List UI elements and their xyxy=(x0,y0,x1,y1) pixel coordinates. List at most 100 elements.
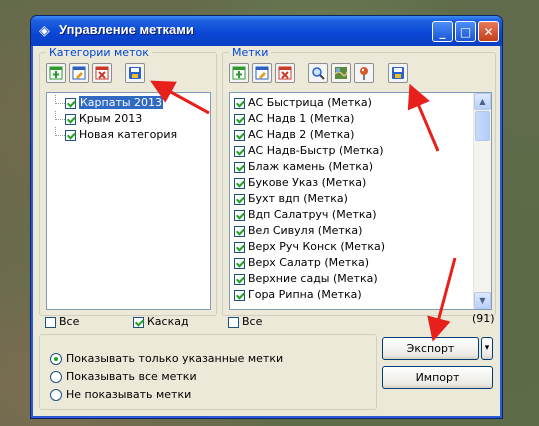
pin-mark-button[interactable] xyxy=(354,63,374,83)
mark-item[interactable]: Гора Рипна (Метка) xyxy=(234,287,491,303)
import-button[interactable]: Импорт xyxy=(382,366,493,389)
search-icon xyxy=(311,66,325,83)
marks-all-box[interactable] xyxy=(228,316,239,328)
mark-item[interactable]: АС Надв 2 (Метка) xyxy=(234,127,491,143)
edit-icon xyxy=(255,66,269,83)
map-mark-button[interactable] xyxy=(331,63,351,83)
tree-connector xyxy=(55,95,65,104)
scroll-up-button[interactable]: ▲ xyxy=(474,93,491,110)
mark-checkbox[interactable] xyxy=(234,273,245,285)
save-mark-button[interactable] xyxy=(388,63,408,83)
category-item[interactable]: Крым 2013 xyxy=(51,111,210,127)
mark-item[interactable]: Вел Сивуля (Метка) xyxy=(234,223,491,239)
mark-checkbox[interactable] xyxy=(234,257,245,269)
display-options-group: Показывать только указанные метки Показыв… xyxy=(39,334,377,410)
category-item[interactable]: Новая категория xyxy=(51,127,210,143)
add-icon xyxy=(49,66,63,83)
mark-label: Гора Рипна (Метка) xyxy=(248,288,362,301)
tree-connector xyxy=(55,127,65,136)
save-icon xyxy=(391,66,405,83)
window-title: Управление метками xyxy=(59,22,194,37)
mark-label: Верх Салатр (Метка) xyxy=(248,256,370,269)
cascade-checkbox[interactable]: Каскад xyxy=(133,315,189,328)
mark-item[interactable]: Верх Руч Конск (Метка) xyxy=(234,239,491,255)
marks-scrollbar[interactable]: ▲ ▼ xyxy=(473,93,491,309)
marks-count: (91) xyxy=(472,312,495,325)
mark-checkbox[interactable] xyxy=(234,145,245,157)
mark-checkbox[interactable] xyxy=(234,113,245,125)
title-bar[interactable]: ◈ Управление метками _ □ ✕ xyxy=(31,16,502,46)
mark-item[interactable]: Бухт вдп (Метка) xyxy=(234,191,491,207)
display-option[interactable]: Показывать все метки xyxy=(50,368,283,386)
edit-mark-button[interactable] xyxy=(252,63,272,83)
display-option[interactable]: Показывать только указанные метки xyxy=(50,350,283,368)
save-icon xyxy=(128,66,142,83)
add-mark-button[interactable] xyxy=(229,63,249,83)
category-checkbox[interactable] xyxy=(65,97,76,109)
mark-checkbox[interactable] xyxy=(234,209,245,221)
mark-checkbox[interactable] xyxy=(234,225,245,237)
add-category-button[interactable] xyxy=(46,63,66,83)
display-option-label: Не показывать метки xyxy=(66,388,192,401)
category-label: Новая категория xyxy=(79,128,178,141)
mark-item[interactable]: Блаж камень (Метка) xyxy=(234,159,491,175)
categories-tree[interactable]: Карпаты 2013 Крым 2013 Новая категория xyxy=(46,92,211,310)
minimize-button[interactable]: _ xyxy=(432,21,453,42)
display-option[interactable]: Не показывать метки xyxy=(50,386,283,404)
delete-icon xyxy=(95,66,109,83)
mark-label: Блаж камень (Метка) xyxy=(248,160,373,173)
delete-category-button[interactable] xyxy=(92,63,112,83)
display-option-label: Показывать все метки xyxy=(66,370,197,383)
category-checkbox[interactable] xyxy=(65,129,76,141)
export-button[interactable]: Экспорт xyxy=(382,337,479,360)
display-option-radio[interactable] xyxy=(50,371,62,383)
mark-label: АС Надв 2 (Метка) xyxy=(248,128,355,141)
mark-item[interactable]: АС Быстрица (Метка) xyxy=(234,95,491,111)
mark-item[interactable]: Верх Салатр (Метка) xyxy=(234,255,491,271)
categories-all-box[interactable] xyxy=(45,316,56,328)
display-option-radio[interactable] xyxy=(50,353,62,365)
marks-list[interactable]: АС Быстрица (Метка) АС Надв 1 (Метка) АС Н… xyxy=(229,92,492,310)
categories-group: Категории меток Карпаты 2013 Крым 2013 Нов… xyxy=(39,46,217,316)
scroll-down-button[interactable]: ▼ xyxy=(474,292,491,309)
mark-checkbox[interactable] xyxy=(234,177,245,189)
mark-checkbox[interactable] xyxy=(234,161,245,173)
delete-icon xyxy=(278,66,292,83)
edit-category-button[interactable] xyxy=(69,63,89,83)
cascade-box[interactable] xyxy=(133,316,144,328)
pin-icon xyxy=(357,66,371,83)
mark-item[interactable]: Верхние сады (Метка) xyxy=(234,271,491,287)
category-item[interactable]: Карпаты 2013 xyxy=(51,95,210,111)
marks-all-checkbox[interactable]: Все xyxy=(228,315,262,328)
find-mark-button[interactable] xyxy=(308,63,328,83)
marks-group: Метки АС Быстрица (Метка) АС Надв 1 (Метк… xyxy=(222,46,496,316)
mark-checkbox[interactable] xyxy=(234,289,245,301)
mark-checkbox[interactable] xyxy=(234,241,245,253)
close-button[interactable]: ✕ xyxy=(478,21,499,42)
mark-item[interactable]: Букове Указ (Метка) xyxy=(234,175,491,191)
mark-label: Верх Руч Конск (Метка) xyxy=(248,240,385,253)
app-icon: ◈ xyxy=(39,23,50,39)
category-label: Крым 2013 xyxy=(79,112,143,125)
mark-checkbox[interactable] xyxy=(234,129,245,141)
categories-all-checkbox[interactable]: Все xyxy=(45,315,79,328)
map-icon xyxy=(334,66,348,83)
export-dropdown-button[interactable]: ▾ xyxy=(481,337,493,360)
tree-connector xyxy=(55,111,65,120)
mark-item[interactable]: АС Надв 1 (Метка) xyxy=(234,111,491,127)
mark-checkbox[interactable] xyxy=(234,193,245,205)
add-icon xyxy=(232,66,246,83)
category-checkbox[interactable] xyxy=(65,113,76,125)
mark-checkbox[interactable] xyxy=(234,97,245,109)
delete-mark-button[interactable] xyxy=(275,63,295,83)
save-category-button[interactable] xyxy=(125,63,145,83)
maximize-button[interactable]: □ xyxy=(455,21,476,42)
mark-item[interactable]: Вдп Салатруч (Метка) xyxy=(234,207,491,223)
mark-label: АС Быстрица (Метка) xyxy=(248,96,372,109)
mark-label: Верхние сады (Метка) xyxy=(248,272,378,285)
scroll-thumb[interactable] xyxy=(475,111,490,141)
tag-manager-window: ◈ Управление метками _ □ ✕ Категории мет… xyxy=(30,15,503,419)
display-option-radio[interactable] xyxy=(50,389,62,401)
mark-label: АС Надв-Быстр (Метка) xyxy=(248,144,384,157)
mark-item[interactable]: АС Надв-Быстр (Метка) xyxy=(234,143,491,159)
